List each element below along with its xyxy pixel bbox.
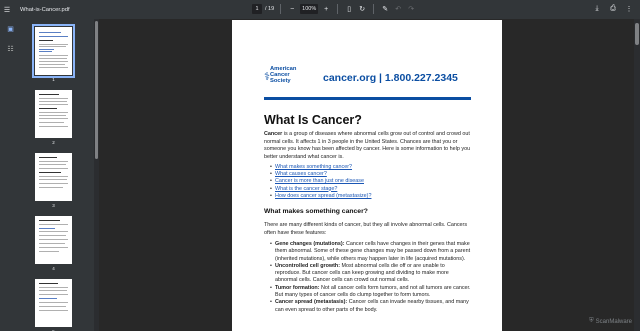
toc-link[interactable]: What is the cancer stage? (270, 186, 470, 193)
acs-logo-text: American Cancer Society (270, 66, 297, 84)
list-item: Cancer spread (metastasis): Cancer cells… (270, 299, 472, 314)
print-icon[interactable]: ⎙ (608, 4, 618, 14)
toc-link[interactable]: How does cancer spread (metastasize)? (270, 193, 470, 200)
feature-list: Gene changes (mutations): Cancer cells h… (270, 241, 472, 314)
thumbnail-page-4[interactable] (35, 216, 72, 264)
annotate-pen-icon[interactable]: ✎ (380, 4, 390, 14)
thumbnail-number: 3 (52, 203, 55, 208)
thumbnail-number: 1 (52, 77, 55, 82)
thumbnail-number: 2 (52, 140, 55, 145)
thumbnail-page-1[interactable] (32, 24, 75, 78)
more-vert-icon[interactable]: ⋮ (624, 4, 634, 14)
download-icon[interactable]: ⤓ (592, 4, 602, 14)
toolbar-divider (280, 4, 282, 14)
undo-icon[interactable]: ↶ (393, 4, 403, 14)
contact-line: cancer.org | 1.800.227.2345 (323, 72, 458, 84)
page-title: What Is Cancer? (264, 113, 362, 127)
scrollbar-thumb[interactable] (95, 21, 98, 159)
fit-page-icon[interactable]: ▯ (344, 4, 354, 14)
page-total: / 19 (265, 6, 275, 12)
toc-link[interactable]: What causes cancer? (270, 171, 470, 178)
thumbnails-icon[interactable]: ▣ (0, 19, 21, 39)
acs-sword-icon: ⚕ (264, 71, 270, 83)
zoom-out-button[interactable]: − (287, 4, 297, 14)
section-heading: What makes something cancer? (264, 208, 368, 215)
thumbnail-panel: 1 2 3 4 5 (21, 19, 96, 331)
list-item: Gene changes (mutations): Cancer cells h… (270, 241, 472, 263)
list-item: Tumor formation: Not all cancer cells fo… (270, 285, 472, 300)
toc-link[interactable]: Cancer is more than just one disease (270, 178, 470, 185)
outline-icon[interactable]: ☷ (0, 39, 21, 59)
shield-icon: ⛨ (589, 318, 594, 324)
current-page-input[interactable]: 1 (252, 4, 262, 14)
thumbnail-number: 4 (52, 266, 55, 271)
section-intro: There are many different kinds of cancer… (264, 222, 468, 236)
watermark: ⛨ ScanMalware (589, 318, 632, 325)
toolbar-divider (373, 4, 375, 14)
toolbar-divider (337, 4, 339, 14)
list-item: Uncontrolled cell growth: Most abnormal … (270, 263, 472, 285)
redo-icon[interactable]: ↷ (406, 4, 416, 14)
hamburger-icon[interactable]: ☰ (0, 6, 14, 14)
zoom-level-input[interactable]: 100% (300, 4, 319, 14)
toolbar-right: ⤓ ⎙ ⋮ (592, 4, 634, 14)
file-title: What-is-Cancer.pdf (20, 6, 70, 13)
sidebar-rail: ▣ ☷ (0, 19, 21, 331)
header-rule (264, 97, 471, 100)
intro-paragraph: Cancer is a group of diseases where abno… (264, 131, 471, 160)
scrollbar-thumb[interactable] (635, 23, 639, 45)
toc-links: What makes something cancer? What causes… (270, 164, 470, 200)
thumbnail-page-3[interactable] (35, 153, 72, 201)
thumbnail-page-2[interactable] (35, 90, 72, 138)
acs-logo: ⚕ American Cancer Society (264, 66, 296, 88)
viewer-scrollbar[interactable] (634, 19, 640, 331)
rotate-icon[interactable]: ↻ (357, 4, 367, 14)
thumbnail-page-5[interactable] (35, 279, 72, 327)
toolbar-controls: 1 / 19 − 100% + ▯ ↻ ✎ ↶ ↷ (252, 4, 416, 14)
zoom-in-button[interactable]: + (321, 4, 331, 14)
toc-link[interactable]: What makes something cancer? (270, 164, 470, 171)
